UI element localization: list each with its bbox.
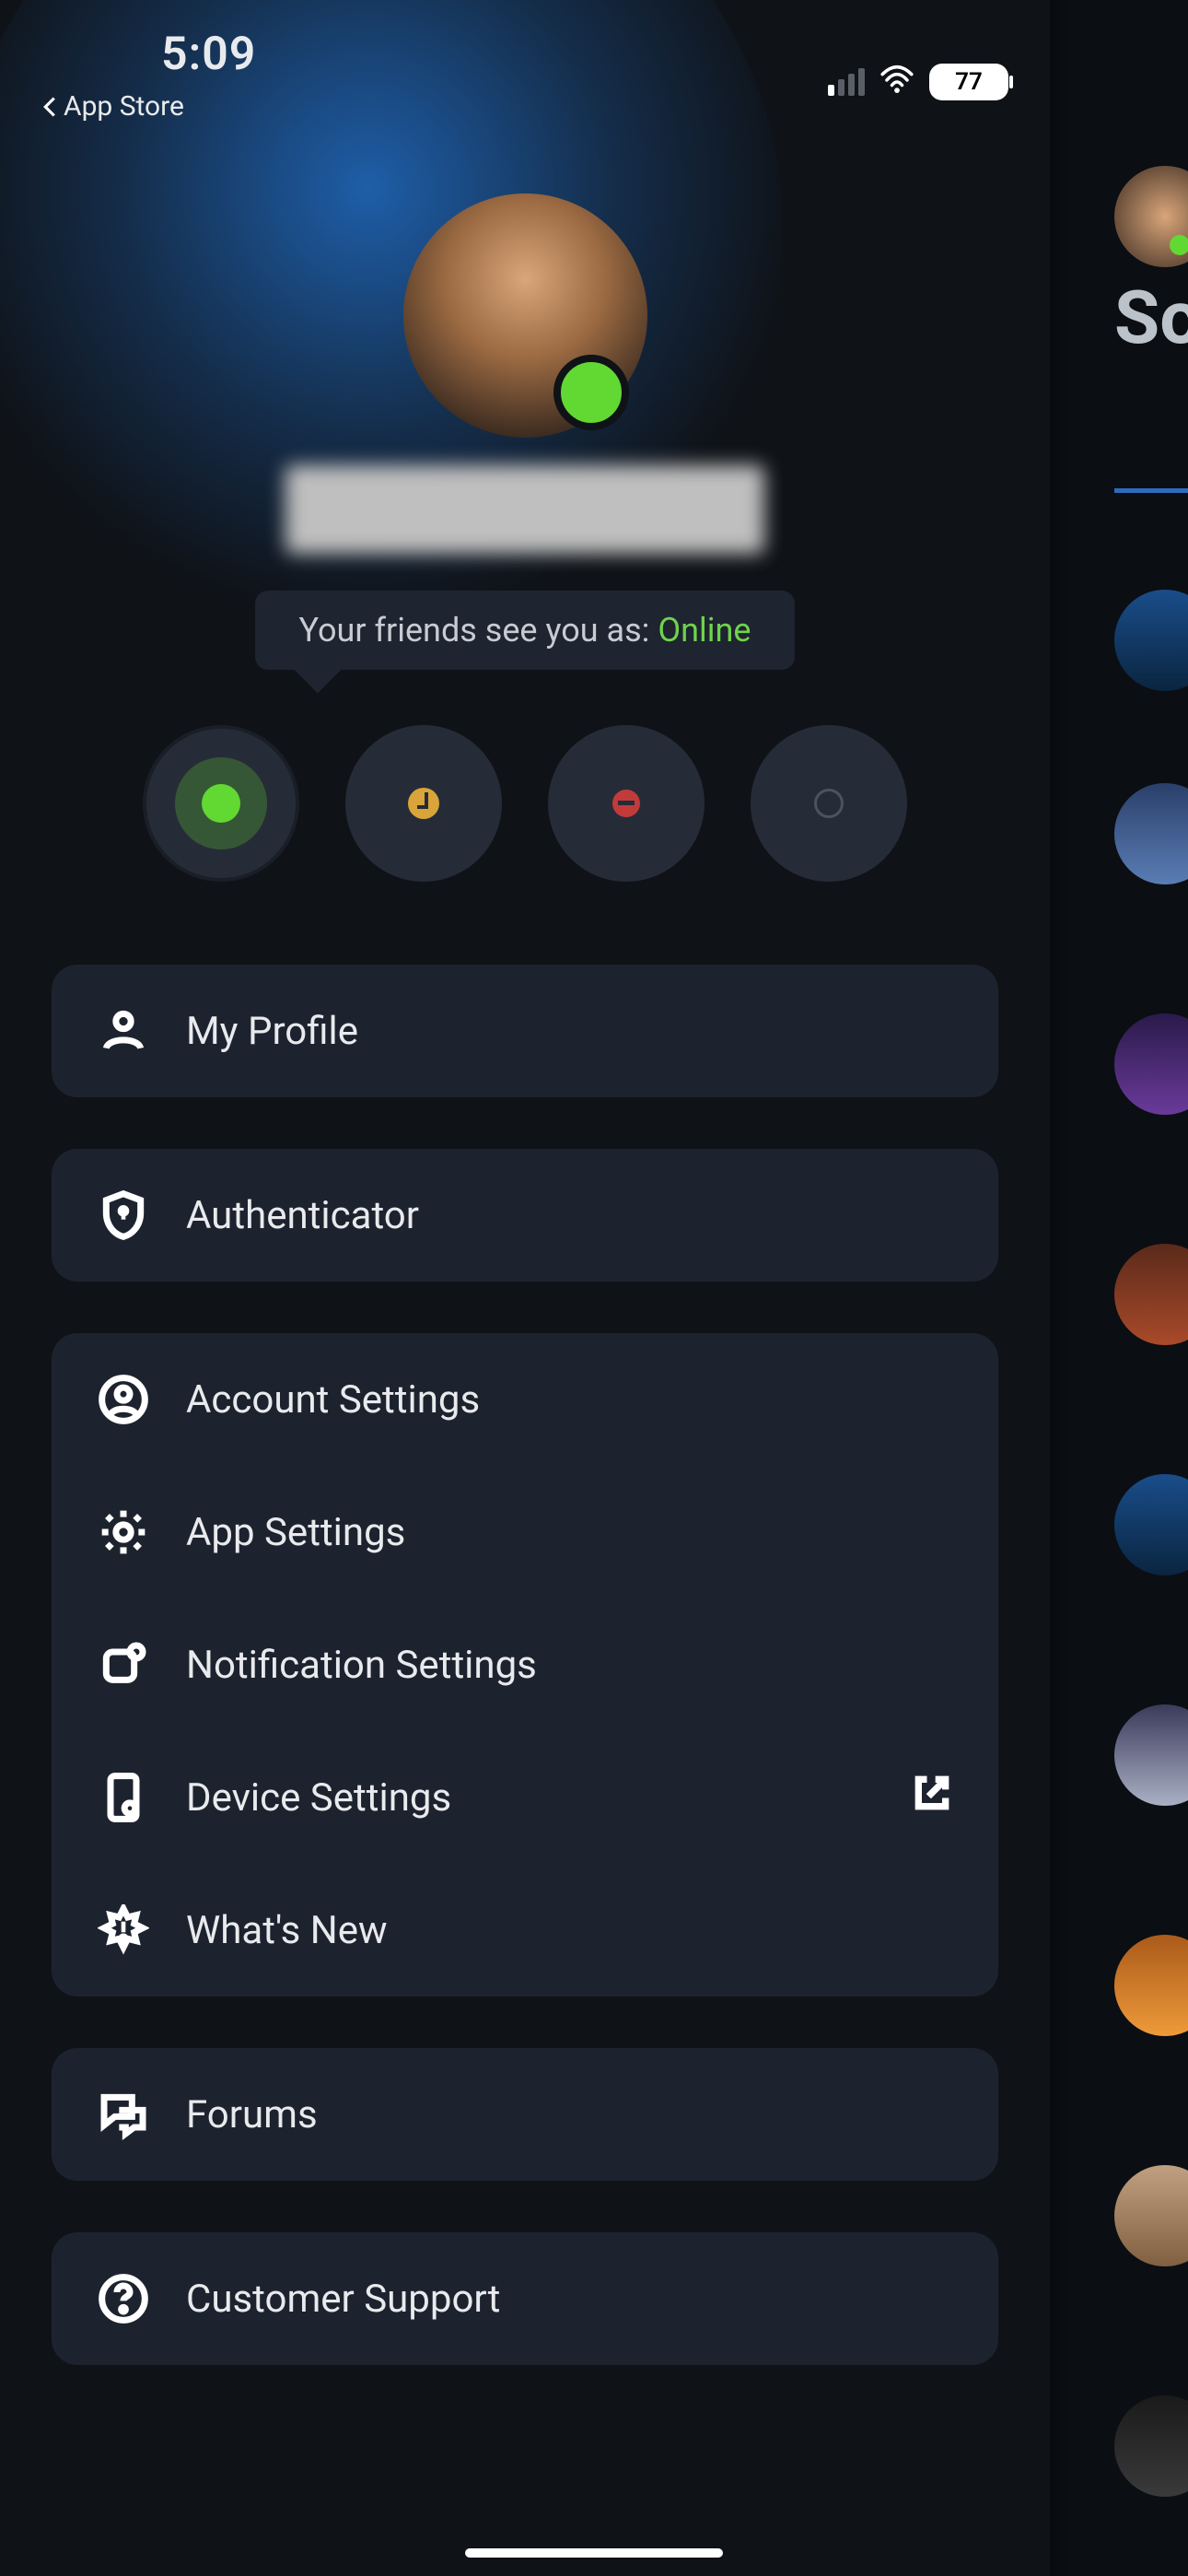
chat-icon: [98, 2089, 149, 2140]
presence-dot-icon: [553, 355, 629, 430]
menu-label: My Profile: [186, 1009, 358, 1054]
account-circle-icon: [98, 1374, 149, 1425]
menu-item-whats-new[interactable]: What's New: [52, 1864, 998, 1996]
user-avatar[interactable]: [403, 193, 647, 438]
menu-label: What's New: [186, 1908, 388, 1953]
cellular-signal-icon: [828, 68, 865, 96]
status-option-invisible[interactable]: [751, 725, 907, 882]
peek-tab-underline: [1114, 488, 1188, 493]
home-indicator[interactable]: [465, 2548, 723, 2558]
burst-icon: [98, 1904, 149, 1956]
peek-friend-avatar-4: [1114, 1704, 1188, 1806]
battery-indicator: 77: [929, 64, 1008, 100]
menu-item-account-settings[interactable]: Account Settings: [52, 1333, 998, 1466]
menu-section-forums: Forums: [52, 2048, 998, 2181]
back-label: App Store: [64, 90, 184, 123]
wifi-icon: [879, 63, 914, 101]
menu-item-my-profile[interactable]: My Profile: [52, 965, 998, 1097]
menu-item-authenticator[interactable]: Authenticator: [52, 1149, 998, 1282]
back-to-app-store[interactable]: App Store: [41, 90, 256, 123]
user-icon: [98, 1005, 149, 1057]
username-redacted: [285, 465, 764, 554]
menu-item-notification-settings[interactable]: Notification Settings: [52, 1598, 998, 1731]
peek-heading: So: [1114, 275, 1188, 361]
background-peek-panel[interactable]: So: [1050, 0, 1188, 2576]
menu-item-app-settings[interactable]: App Settings: [52, 1466, 998, 1598]
menu-item-device-settings[interactable]: Device Settings: [52, 1731, 998, 1864]
status-time: 5:09: [161, 28, 256, 81]
menu-label: App Settings: [186, 1510, 405, 1555]
peek-friend-avatar-6: [1114, 2165, 1188, 2266]
status-value: Online: [658, 611, 751, 650]
menu-label: Customer Support: [186, 2277, 500, 2322]
menu-item-forums[interactable]: Forums: [52, 2048, 998, 2181]
menu-section-support: Customer Support: [52, 2232, 998, 2365]
status-bar: 5:09 App Store 77: [0, 0, 1050, 138]
device-icon: [98, 1772, 149, 1823]
gear-icon: [98, 1506, 149, 1558]
status-option-busy[interactable]: [548, 725, 705, 882]
menu-section-settings: Account Settings App Settings Notificati…: [52, 1333, 998, 1996]
peek-friend-avatar-3: [1114, 1244, 1188, 1345]
menu-section-profile: My Profile: [52, 965, 998, 1097]
help-icon: [98, 2273, 149, 2324]
menu-label: Notification Settings: [186, 1643, 537, 1688]
battery-level: 77: [955, 68, 983, 96]
menu-section-auth: Authenticator: [52, 1149, 998, 1282]
peek-generic-avatar-2: [1114, 1474, 1188, 1575]
peek-friend-avatar-2: [1114, 1013, 1188, 1115]
menu-label: Device Settings: [186, 1775, 451, 1821]
menu-label: Authenticator: [186, 1193, 419, 1238]
status-option-online[interactable]: [143, 725, 299, 882]
external-link-icon: [912, 1773, 952, 1823]
peek-generic-avatar: [1114, 590, 1188, 691]
menu-label: Forums: [186, 2092, 318, 2137]
peek-friend-avatar-1: [1114, 783, 1188, 884]
menu-item-customer-support[interactable]: Customer Support: [52, 2232, 998, 2365]
menu-label: Account Settings: [186, 1377, 480, 1423]
peek-friend-avatar-5: [1114, 1935, 1188, 2036]
notification-icon: [98, 1639, 149, 1691]
peek-presence-dot-icon: [1170, 235, 1188, 255]
status-tooltip: Your friends see you as: Online: [255, 591, 796, 670]
drawer-panel: 5:09 App Store 77 Your friends see you a…: [0, 0, 1050, 2576]
status-option-away[interactable]: [345, 725, 502, 882]
peek-friend-avatar-7: [1114, 2395, 1188, 2497]
shield-icon: [98, 1189, 149, 1241]
status-prefix: Your friends see you as:: [299, 611, 658, 650]
status-selector: [143, 725, 907, 882]
